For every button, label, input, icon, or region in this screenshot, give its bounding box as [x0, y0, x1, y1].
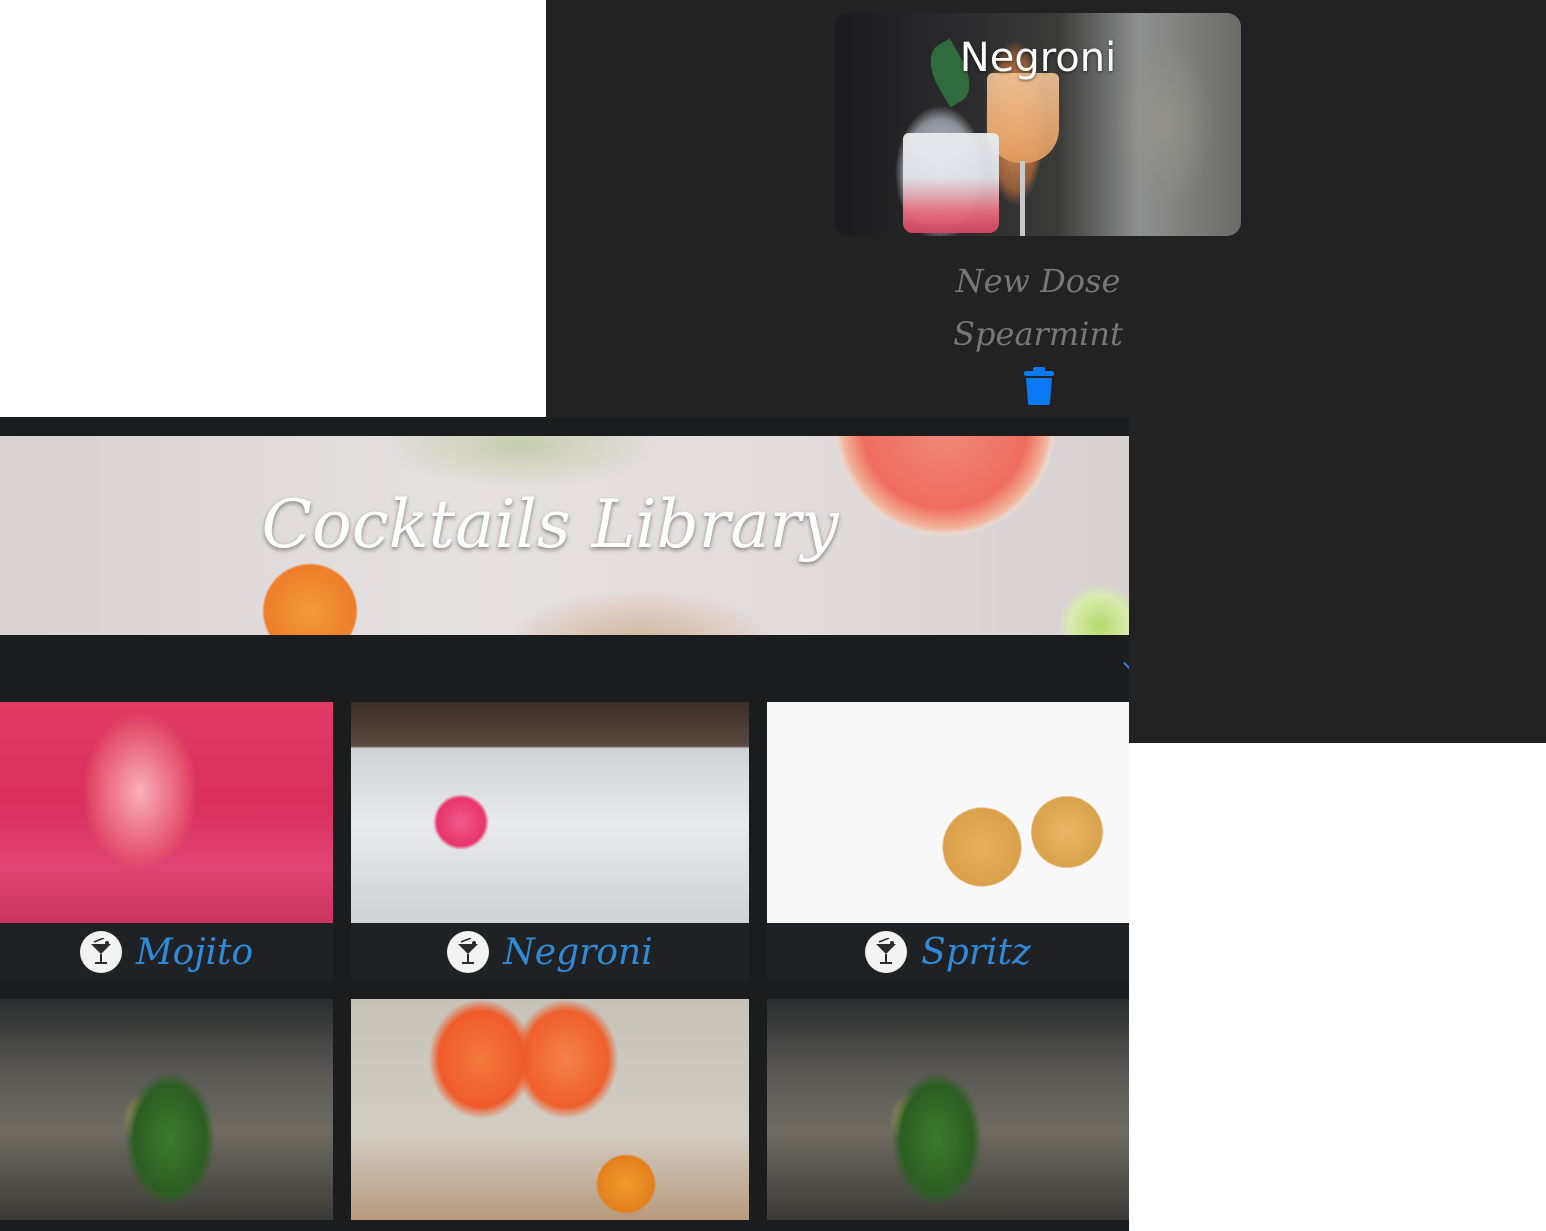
cocktail-glass-icon	[79, 931, 122, 973]
cocktail-photo	[767, 702, 1129, 923]
library-title: Cocktails Library	[261, 486, 839, 563]
card-caption: Spritz	[767, 923, 1129, 981]
chevron-down-icon	[1123, 659, 1129, 669]
glass-image-part	[903, 133, 999, 233]
ingredient-item: New Dose	[955, 262, 1121, 300]
cocktail-title: Negroni	[959, 35, 1117, 81]
cocktail-card[interactable]: Mojito	[0, 702, 333, 981]
ingredient-item: Spearmint	[953, 315, 1123, 353]
card-caption: Mojito	[0, 923, 333, 981]
cocktail-photo	[351, 999, 749, 1220]
cocktails-library-screen: Cocktails Library Mojito Negroni Spritz	[0, 417, 1129, 1231]
cocktail-photo	[0, 999, 333, 1220]
library-banner: Cocktails Library	[0, 436, 1129, 635]
cocktail-card[interactable]: Negroni	[351, 702, 749, 981]
cocktail-hero-image: Negroni	[835, 13, 1241, 236]
cocktail-card[interactable]	[767, 999, 1129, 1231]
cocktail-photo	[767, 999, 1129, 1220]
cocktail-glass-icon	[447, 931, 490, 973]
cocktail-glass-icon	[865, 931, 908, 973]
cocktail-card[interactable]	[0, 999, 333, 1231]
cocktail-name: Negroni	[503, 931, 653, 973]
cocktail-name: Spritz	[921, 931, 1031, 973]
cocktail-card[interactable]: Spritz	[767, 702, 1129, 981]
glass-stem	[1020, 161, 1025, 236]
cocktail-card[interactable]	[351, 999, 749, 1231]
card-caption: Negroni	[351, 923, 749, 981]
cocktail-photo	[351, 702, 749, 923]
trash-icon[interactable]	[1023, 367, 1055, 405]
cocktail-name: Mojito	[135, 931, 254, 973]
cocktail-photo	[0, 702, 333, 923]
